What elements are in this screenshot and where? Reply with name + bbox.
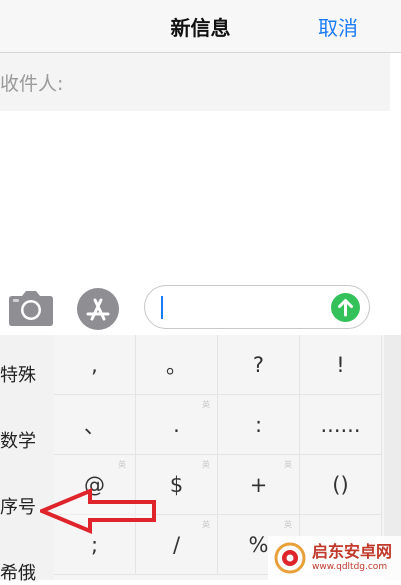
site-logo-icon xyxy=(274,542,306,574)
cancel-button[interactable]: 取消 xyxy=(318,12,358,41)
key-hint-label: 英 xyxy=(202,460,210,469)
key-hint-label: 英 xyxy=(284,520,292,529)
annotation-arrow-icon xyxy=(40,488,156,534)
key-colon[interactable]: : xyxy=(218,395,300,455)
app-store-icon xyxy=(77,288,119,330)
key-question-mark[interactable]: ? xyxy=(218,335,300,395)
key-hint-label: 英 xyxy=(202,400,210,409)
text-cursor xyxy=(161,296,163,319)
message-toolbar xyxy=(0,281,401,335)
key-hint-label: 英 xyxy=(284,460,292,469)
watermark: 启东安卓网 www.qdltdg.com xyxy=(268,536,401,580)
key-comma[interactable]: , xyxy=(54,335,136,395)
category-panel: 特殊 数学 序号 希俄 xyxy=(0,335,54,584)
watermark-url: www.qdltdg.com xyxy=(312,562,388,572)
key-hint-label: 英 xyxy=(118,460,126,469)
arrow-up-icon xyxy=(338,299,353,317)
category-greek-russian[interactable]: 希俄 xyxy=(0,559,36,585)
key-exclamation[interactable]: ! xyxy=(300,335,382,395)
category-math[interactable]: 数学 xyxy=(0,427,36,453)
recipient-label: 收件人: xyxy=(0,73,64,95)
recipient-row: 收件人: xyxy=(0,53,390,111)
category-ordinal[interactable]: 序号 xyxy=(0,493,36,519)
camera-button[interactable] xyxy=(8,289,54,327)
key-hint-label: 英 xyxy=(202,520,210,529)
camera-icon xyxy=(9,291,53,326)
message-input[interactable] xyxy=(144,285,370,329)
send-button[interactable] xyxy=(331,293,360,322)
conversation-area xyxy=(0,111,401,281)
watermark-title: 启东安卓网 xyxy=(312,542,393,561)
key-full-stop[interactable]: 。 xyxy=(136,335,218,395)
recipient-input[interactable] xyxy=(70,65,374,99)
app-store-button[interactable] xyxy=(76,287,120,331)
key-parentheses[interactable]: () xyxy=(300,455,382,515)
category-special[interactable]: 特殊 xyxy=(0,361,36,387)
key-ellipsis[interactable]: ...... xyxy=(300,395,382,455)
key-enumeration-comma[interactable]: 、 xyxy=(54,395,136,455)
